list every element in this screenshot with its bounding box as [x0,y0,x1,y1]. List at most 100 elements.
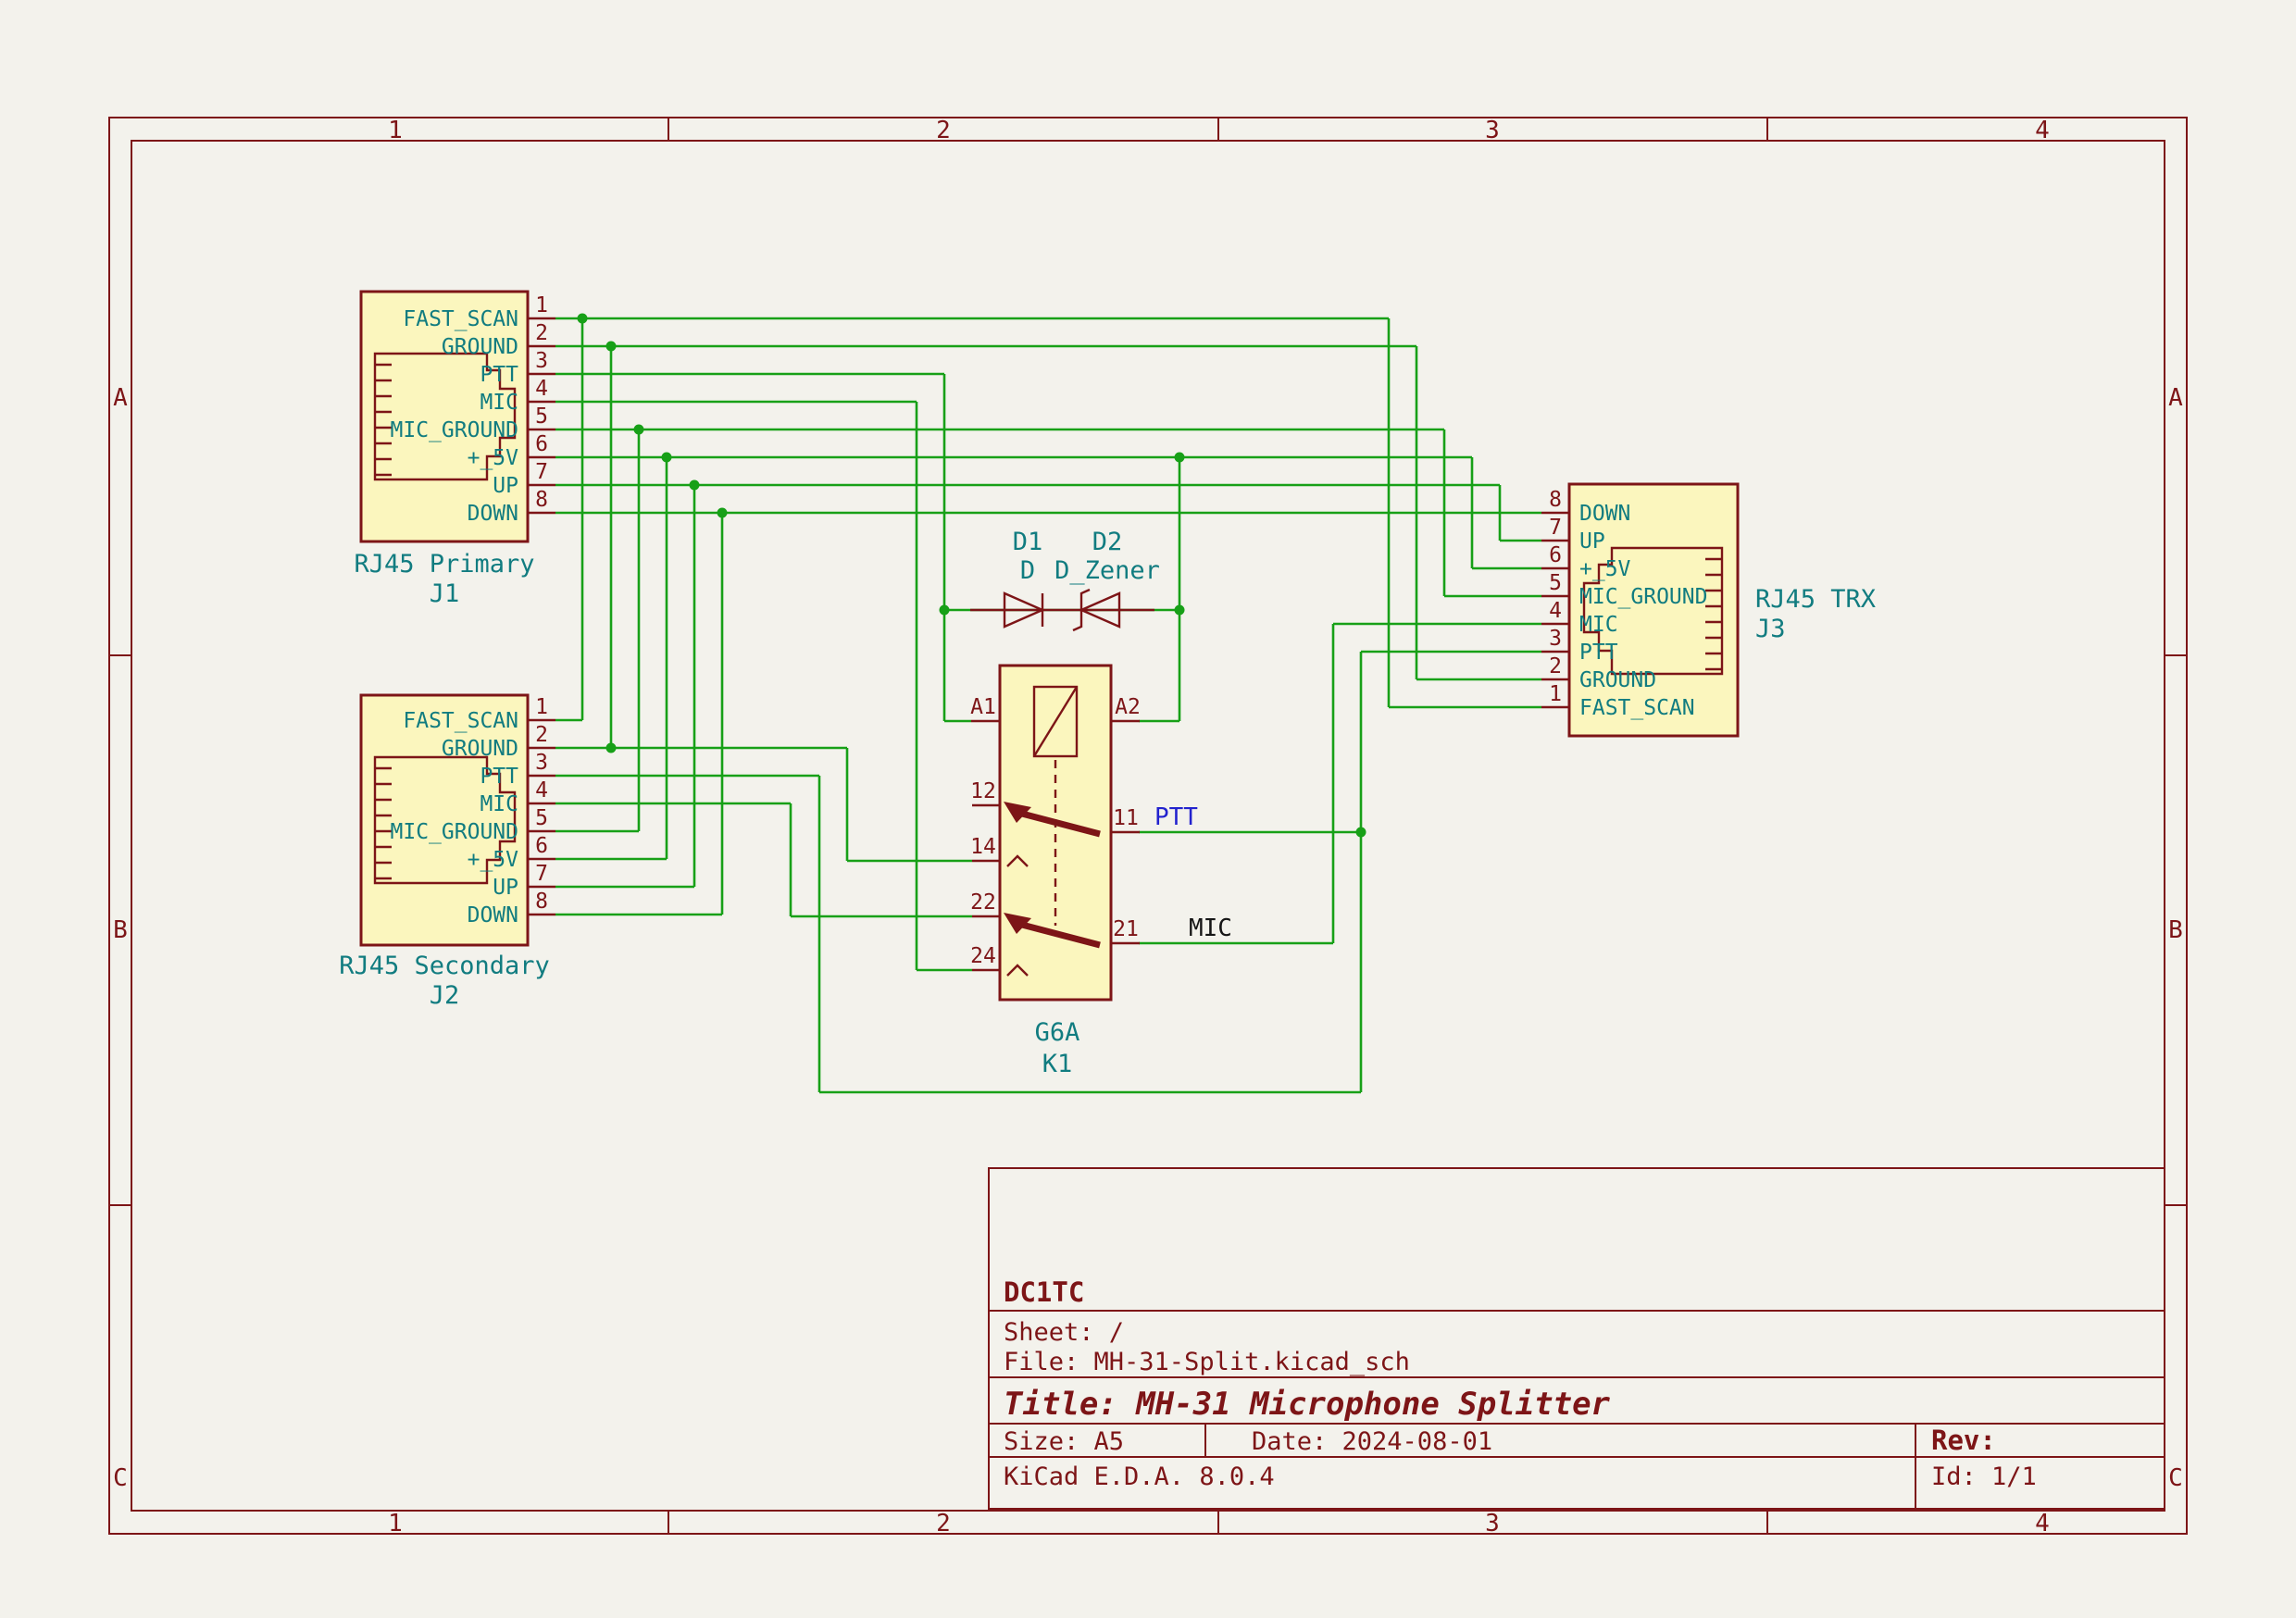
pin-number: 21 [1113,917,1139,941]
pin-name: MIC [1579,613,1618,637]
pin-number: 14 [970,835,996,859]
component-value: G6A [1035,1018,1080,1047]
grid-col-label: 2 [936,1510,951,1537]
net-label-mic[interactable]: MIC [1189,915,1232,942]
junction [940,605,950,616]
titleblock-sheet: Sheet: / [1004,1318,1124,1347]
pin-name: MIC_GROUND [1579,585,1707,609]
pin-number: 3 [1549,627,1562,651]
grid-row-label: A [113,384,128,412]
pin-number: 1 [535,293,548,317]
titleblock-date: Date: 2024-08-01 [1252,1427,1492,1456]
component-reference: D1 [1013,528,1043,556]
pin-number: 7 [535,862,548,886]
junction [662,453,672,463]
pin-number: 5 [535,806,548,830]
pin-name: +_5V [468,446,519,470]
pin-number: 6 [535,432,548,456]
pin-name: MIC_GROUND [391,820,518,844]
component-j2[interactable]: 1 2 3 4 5 6 7 8 FAST_SCAN GROUND PTT MIC… [339,695,555,1010]
grid-col-label: 3 [1485,1510,1500,1537]
component-reference: D2 [1092,528,1123,556]
pin-number: 3 [535,349,548,373]
kicad-schematic-page: 1 2 3 4 1 2 3 4 A B C A B C [0,0,2296,1618]
pin-number: 6 [1549,543,1562,567]
pin-name: +_5V [468,848,519,872]
junction [1175,453,1185,463]
title-block: DC1TC Sheet: / File: MH-31-Split.kicad_s… [989,1168,2165,1509]
pin-number: 11 [1113,806,1139,830]
component-reference: K1 [1042,1050,1073,1078]
pin-name: UP [1579,529,1605,554]
pin-name: GROUND [1579,668,1656,692]
junction [606,342,617,352]
grid-row-label: B [2168,916,2183,944]
component-reference: J3 [1755,615,1786,643]
component-value: RJ45 Primary [354,550,534,579]
pin-number: 1 [1549,682,1562,706]
pin-number: 8 [535,890,548,914]
component-value: RJ45 TRX [1755,585,1876,614]
pin-name: +_5V [1579,557,1631,581]
grid-col-label: 4 [2035,1510,2050,1537]
pin-number: 4 [1549,599,1562,623]
junction [578,314,588,324]
pin-name: PTT [1579,641,1618,665]
component-j3[interactable]: 8 7 6 5 4 3 2 1 DOWN UP +_5V MIC_GROUND … [1541,484,1876,736]
titleblock-size: Size: A5 [1004,1427,1124,1456]
component-k1[interactable]: A1 A2 12 14 22 24 11 21 G6A K1 [970,666,1141,1078]
junction [690,480,700,491]
pin-number: 3 [535,751,548,775]
grid-col-label: 3 [1485,117,1500,144]
titleblock-generator: KiCad E.D.A. 8.0.4 [1004,1462,1275,1491]
pin-name: DOWN [1579,502,1630,526]
pin-name: DOWN [468,903,518,927]
junction [718,508,728,518]
pin-number: 2 [535,321,548,345]
pin-number: 7 [535,460,548,484]
net-ptt-j1-coil[interactable] [555,374,971,721]
pin-number: 5 [1549,571,1562,595]
pin-number: 22 [970,890,996,915]
titleblock-id: Id: 1/1 [1931,1462,2037,1491]
component-j1[interactable]: 1 2 3 4 5 6 7 8 FAST_SCAN GROUND PTT MIC… [354,292,555,608]
component-value: D [1020,556,1035,585]
pin-number: 2 [535,723,548,747]
pin-name: MIC [480,792,518,816]
grid-col-label: 4 [2035,117,2050,144]
pin-number: 8 [1549,488,1562,512]
component-reference: J2 [430,981,460,1010]
pin-number: 5 [535,404,548,429]
pin-name: PTT [480,765,518,789]
component-d2[interactable]: D2 D_Zener [1054,528,1160,630]
pin-number: 6 [535,834,548,858]
grid-col-label: 2 [936,117,951,144]
titleblock-file: File: MH-31-Split.kicad_sch [1004,1348,1410,1376]
pin-number: 8 [535,488,548,512]
pin-name: A2 [1115,695,1141,719]
titleblock-title: Title: MH-31 Microphone Splitter [1004,1386,1611,1423]
pin-name: A1 [970,695,996,719]
pin-name: MIC_GROUND [391,418,518,442]
net-mic-switched[interactable] [1139,624,1541,943]
grid-col-label: 1 [388,1510,403,1537]
grid-row-label: C [113,1464,128,1492]
junction [1356,828,1366,838]
schematic-canvas: 1 2 3 4 1 2 3 4 A B C A B C [0,0,2296,1618]
grid-row-label: C [2168,1464,2183,1492]
pin-name: GROUND [442,737,518,761]
pin-number: 4 [535,778,548,803]
junction [606,743,617,753]
titleblock-company: DC1TC [1004,1276,1084,1308]
pin-name: GROUND [442,335,518,359]
net-label-ptt[interactable]: PTT [1154,803,1198,831]
pin-name: DOWN [468,502,518,526]
pin-name: PTT [480,363,518,387]
pin-number: 2 [1549,654,1562,678]
net-mic-j1[interactable] [555,402,972,970]
component-value: D_Zener [1054,556,1160,585]
pin-name: UP [493,474,518,498]
component-reference: J1 [430,579,460,608]
grid-row-label: B [113,916,128,944]
net-fast-scan[interactable] [555,318,1541,720]
